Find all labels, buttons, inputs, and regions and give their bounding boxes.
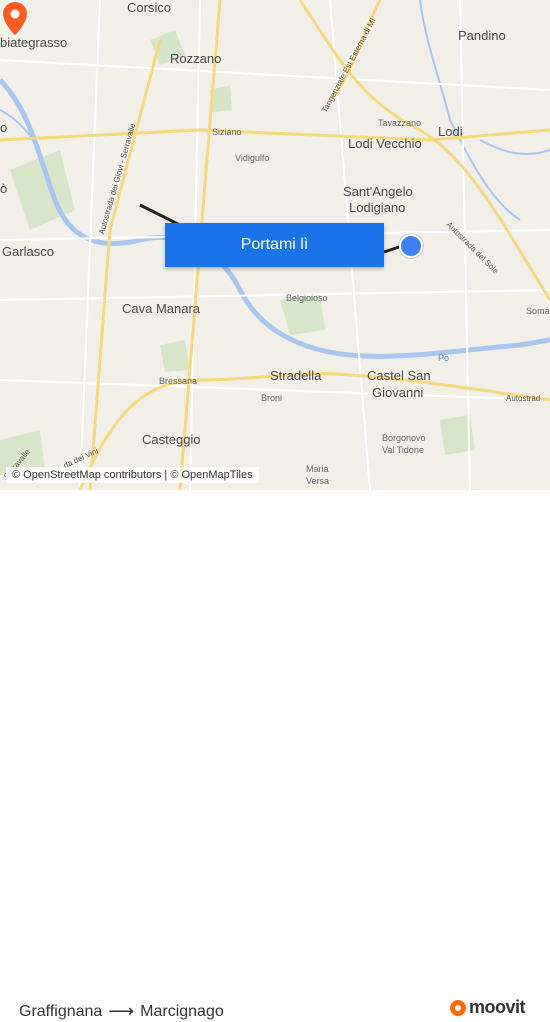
place-partial-o2: ò xyxy=(0,181,8,196)
rivers xyxy=(0,0,550,359)
place-garlasco: Garlasco xyxy=(2,244,55,259)
place-tavazzano: Tavazzano xyxy=(378,118,422,128)
moovit-logo[interactable]: moovit xyxy=(450,997,526,1018)
destination-marker-icon[interactable] xyxy=(399,234,423,258)
route-summary: Graffignana ⟶ Marcignago xyxy=(19,1001,224,1022)
place-pandino: Pandino xyxy=(458,28,506,43)
place-stradella: Stradella xyxy=(270,368,322,383)
place-versa: Versa xyxy=(306,476,330,486)
place-val-tidone: Val Tidone xyxy=(382,445,424,455)
place-casteggio: Casteggio xyxy=(142,432,201,447)
map-view[interactable]: Corsico biategrasso Pandino Rozzano Sizi… xyxy=(0,0,550,490)
place-somaglia: Soma xyxy=(526,306,550,316)
place-siziano: Siziano xyxy=(212,127,242,137)
place-giovanni: Giovanni xyxy=(372,385,424,400)
place-lodigiano: Lodigiano xyxy=(349,200,406,215)
moovit-wordmark: moovit xyxy=(469,997,526,1017)
road-autostrada-right: Autostrad xyxy=(506,394,541,403)
arrow-right-icon: ⟶ xyxy=(108,1001,135,1021)
place-borgonovo: Borgonovo xyxy=(382,433,426,443)
river-po-label: Po xyxy=(438,353,450,363)
place-bressana: Bressana xyxy=(159,376,198,386)
place-broni: Broni xyxy=(261,393,283,403)
place-cava-manara: Cava Manara xyxy=(122,301,201,316)
route-destination: Marcignago xyxy=(140,1002,224,1020)
route-origin: Graffignana xyxy=(19,1002,103,1020)
footer-bar: Graffignana ⟶ Marcignago moovit xyxy=(0,490,550,1021)
place-castel-san: Castel San xyxy=(367,368,431,383)
place-belgioioso: Belgioioso xyxy=(286,293,328,303)
place-santangelo: Sant'Angelo xyxy=(343,184,413,199)
place-partial-o: o xyxy=(0,120,8,135)
directions-button[interactable]: Portami lì xyxy=(165,223,384,267)
place-rozzano: Rozzano xyxy=(170,51,222,66)
moovit-logo-icon xyxy=(450,999,466,1016)
place-vidigulfo: Vidigulfo xyxy=(235,153,270,163)
place-lodi-vecchio: Lodi Vecchio xyxy=(348,136,422,151)
map-attribution[interactable]: © OpenStreetMap contributors | © OpenMap… xyxy=(6,467,259,483)
place-lodi: Lodi xyxy=(438,124,463,139)
place-corsico: Corsico xyxy=(127,0,172,15)
place-santa-maria: Maria xyxy=(306,464,329,474)
origin-pin-icon[interactable] xyxy=(0,0,30,38)
route-line-start xyxy=(139,203,181,227)
